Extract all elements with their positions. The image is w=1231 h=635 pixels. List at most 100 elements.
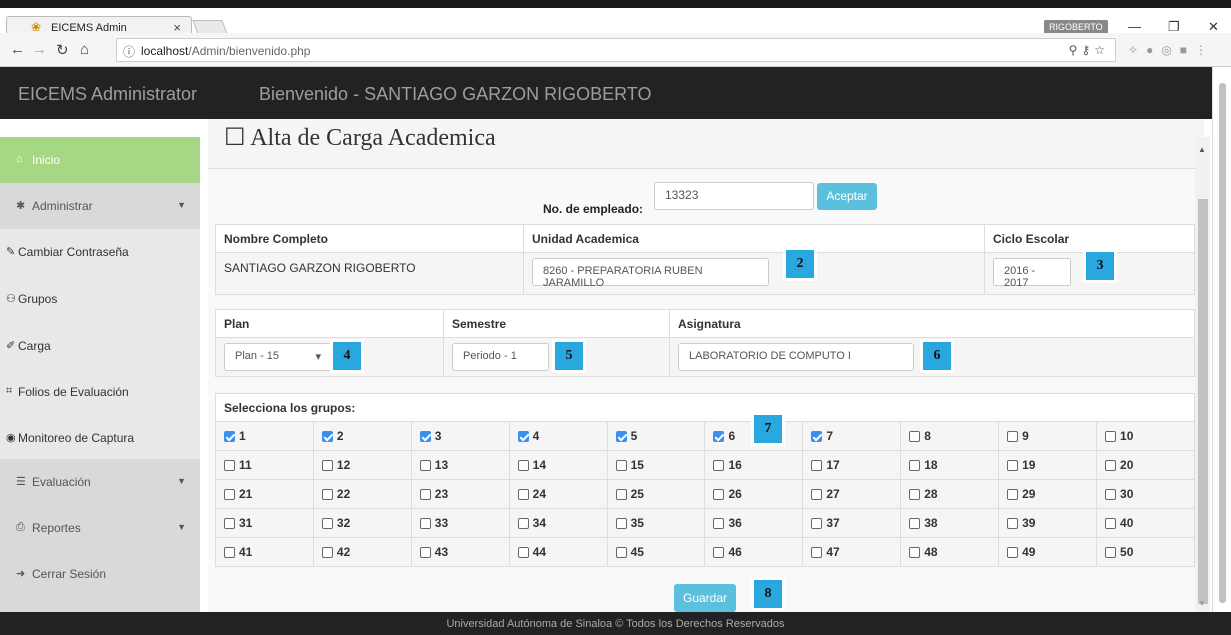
group-checkbox[interactable]	[1007, 460, 1019, 471]
group-checkbox[interactable]	[1105, 518, 1117, 529]
group-checkbox[interactable]	[811, 460, 823, 471]
group-checkbox[interactable]	[224, 518, 235, 529]
extension-icon[interactable]: ◎	[1161, 43, 1179, 57]
sidebar-item-cambiar-contrasena[interactable]: ✎ Cambiar Contraseña	[0, 229, 200, 275]
sidebar-item-evaluacion[interactable]: ☰ Evaluación ▼	[0, 459, 200, 505]
group-checkbox[interactable]	[811, 547, 823, 558]
group-checkbox[interactable]	[909, 518, 921, 529]
group-checkbox[interactable]	[909, 489, 921, 500]
group-checkbox[interactable]	[321, 431, 333, 442]
minimize-icon[interactable]: —	[1128, 19, 1141, 34]
group-checkbox[interactable]	[811, 518, 823, 529]
group-checkbox[interactable]	[1007, 431, 1019, 442]
profile-badge[interactable]: RIGOBERTO	[1044, 20, 1108, 34]
scroll-down-icon[interactable]: ▼	[1198, 599, 1206, 608]
group-checkbox[interactable]	[713, 518, 725, 529]
group-checkbox[interactable]	[1105, 547, 1117, 558]
save-button[interactable]: Guardar	[674, 584, 736, 612]
group-checkbox[interactable]	[419, 547, 431, 558]
group-label: 37	[826, 516, 840, 530]
key-icon[interactable]: ⚷	[1081, 43, 1094, 57]
sidebar-item-monitoreo[interactable]: ◉ Monitoreo de Captura	[0, 415, 200, 461]
menu-icon[interactable]: ⋮	[1195, 43, 1215, 57]
group-checkbox[interactable]	[1105, 431, 1117, 442]
extension-icon[interactable]: ●	[1146, 43, 1161, 57]
group-checkbox[interactable]	[224, 547, 235, 558]
sidebar-item-label: Cambiar Contraseña	[18, 245, 129, 259]
plan-select[interactable]: Plan - 15 ▾	[224, 343, 332, 371]
group-label: 32	[336, 516, 351, 530]
group-checkbox[interactable]	[713, 460, 725, 471]
group-checkbox[interactable]	[419, 518, 431, 529]
url-field[interactable]: ⓘ localhost/Admin/bienvenido.php ⚲⚷☆	[116, 38, 1116, 62]
reload-icon[interactable]: ↻	[56, 41, 69, 59]
group-checkbox[interactable]	[419, 460, 431, 471]
info-icon[interactable]: ⓘ	[123, 43, 135, 60]
forward-icon[interactable]: →	[32, 41, 47, 58]
group-checkbox[interactable]	[615, 460, 627, 471]
group-checkbox[interactable]	[321, 489, 333, 500]
extension-icon[interactable]: ■	[1180, 43, 1195, 57]
sidebar-item-reportes[interactable]: ⎙ Reportes ▼	[0, 505, 200, 551]
group-cell: 23	[410, 479, 510, 509]
star-icon[interactable]: ☆	[1094, 43, 1109, 57]
brand[interactable]: EICEMS Administrator	[18, 84, 197, 105]
group-label: 31	[239, 516, 253, 530]
semestre-select[interactable]: Periodo - 1	[452, 343, 549, 371]
group-checkbox[interactable]	[615, 547, 627, 558]
group-checkbox[interactable]	[909, 547, 921, 558]
group-checkbox[interactable]	[1007, 489, 1019, 500]
plan-value: Plan - 15	[235, 350, 280, 362]
group-checkbox[interactable]	[615, 489, 627, 500]
group-checkbox[interactable]	[224, 489, 235, 500]
sidebar-item-grupos[interactable]: ⚇ Grupos	[0, 276, 200, 322]
sidebar-item-cerrar-sesion[interactable]: ➜ Cerrar Sesión	[0, 551, 200, 612]
group-checkbox[interactable]	[1105, 489, 1117, 500]
group-checkbox[interactable]	[517, 489, 529, 500]
zoom-icon[interactable]: ⚲	[1069, 43, 1082, 57]
group-cell: 13	[410, 450, 510, 480]
group-checkbox[interactable]	[713, 547, 725, 558]
sidebar-item-folios[interactable]: ⌗ Folios de Evaluación	[0, 369, 200, 415]
group-checkbox[interactable]	[1105, 460, 1117, 471]
home-icon[interactable]: ⌂	[80, 41, 89, 58]
group-checkbox[interactable]	[909, 431, 921, 442]
sidebar-item-inicio[interactable]: ⌂ Inicio	[0, 137, 200, 183]
scroll-up-icon[interactable]: ▲	[1198, 145, 1206, 154]
employee-input[interactable]: 13323	[654, 182, 814, 210]
sidebar-item-administrar[interactable]: ✱ Administrar ▼	[0, 183, 200, 229]
group-checkbox[interactable]	[321, 547, 333, 558]
content-scrollbar[interactable]: ▲ ▼	[1195, 137, 1210, 612]
group-checkbox[interactable]	[321, 518, 333, 529]
group-checkbox[interactable]	[909, 460, 921, 471]
page-scrollbar[interactable]	[1212, 67, 1231, 612]
group-checkbox[interactable]	[811, 489, 823, 500]
group-checkbox[interactable]	[517, 431, 529, 442]
group-checkbox[interactable]	[224, 460, 235, 471]
group-checkbox[interactable]	[517, 460, 529, 471]
main-content: ☐ Alta de Carga Academica No. de emplead…	[200, 119, 1210, 612]
group-checkbox[interactable]	[419, 431, 431, 442]
scrollbar-thumb[interactable]	[1198, 199, 1208, 604]
group-checkbox[interactable]	[517, 518, 529, 529]
group-checkbox[interactable]	[713, 431, 725, 442]
group-checkbox[interactable]	[811, 431, 823, 442]
unidad-field[interactable]: 8260 - PREPARATORIA RUBEN JARAMILLO	[532, 258, 769, 289]
group-checkbox[interactable]	[224, 431, 235, 442]
ciclo-field[interactable]: 2016 - 2017	[993, 258, 1071, 289]
group-checkbox[interactable]	[615, 431, 627, 442]
group-checkbox[interactable]	[419, 489, 431, 500]
group-checkbox[interactable]	[1007, 518, 1019, 529]
sidebar-item-carga[interactable]: ✐ Carga	[0, 323, 200, 369]
group-cell: 49	[998, 537, 1098, 567]
group-checkbox[interactable]	[517, 547, 529, 558]
asignatura-select[interactable]: LABORATORIO DE COMPUTO I	[678, 343, 914, 371]
group-checkbox[interactable]	[321, 460, 333, 471]
extension-icon[interactable]: ✧	[1128, 43, 1146, 57]
group-checkbox[interactable]	[713, 489, 725, 500]
back-icon[interactable]: ←	[10, 41, 25, 58]
scrollbar-thumb[interactable]	[1219, 83, 1226, 603]
group-checkbox[interactable]	[615, 518, 627, 529]
group-checkbox[interactable]	[1007, 547, 1019, 558]
accept-button[interactable]: Aceptar	[817, 183, 877, 210]
